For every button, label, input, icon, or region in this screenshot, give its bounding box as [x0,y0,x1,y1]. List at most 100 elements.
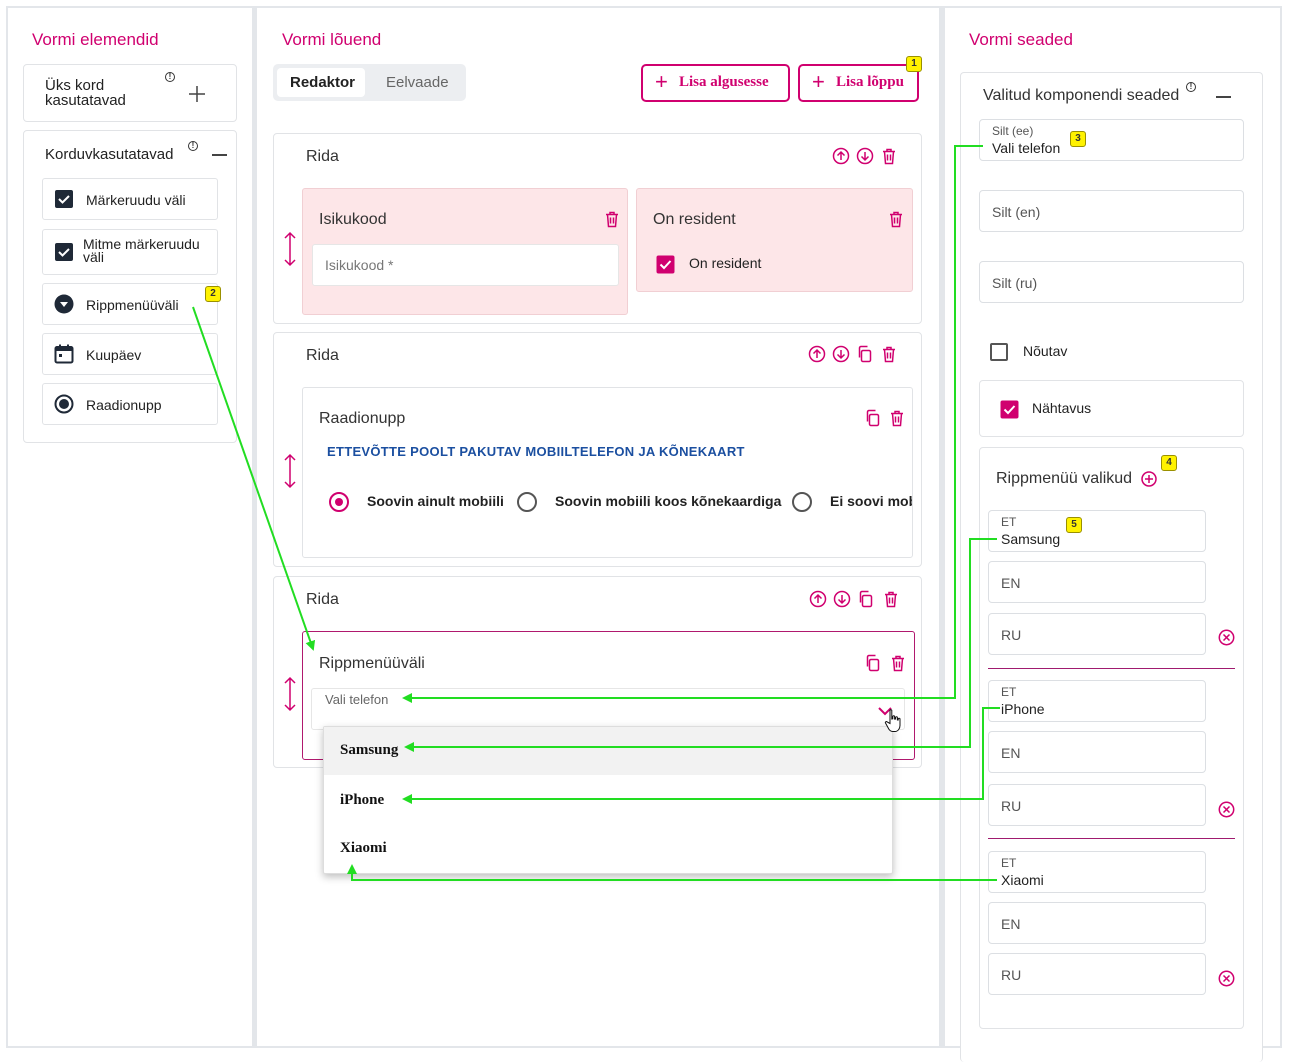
move-down-icon[interactable] [833,590,851,608]
radio-option-label: Ei soovi mob [830,493,913,509]
component-label: Rippmenüüväli [86,297,179,313]
radio-question: ETTEVÕTTE POOLT PAKUTAV MOBIILTELEFON JA… [327,444,745,459]
tab-preview[interactable]: Eelvaade [386,74,449,91]
drag-handle-icon[interactable] [281,453,299,489]
info-icon[interactable]: ! [165,72,175,82]
trash-icon[interactable] [880,345,898,363]
component-title: On resident [653,211,736,228]
plus-icon: + [655,69,668,94]
dropdown-option[interactable]: Xiaomi [324,825,892,873]
dropdown-select[interactable]: Vali telefon [311,688,905,730]
label-en-field[interactable]: Silt (en) [979,190,1244,232]
copy-icon[interactable] [857,590,875,608]
option-ru-field[interactable]: RU [988,784,1206,826]
row-title: Rida [306,591,339,608]
info-icon[interactable]: ! [1186,82,1196,92]
left-panel-title: Vormi elemendid [32,30,159,49]
option-et-field[interactable]: ET Samsung [988,510,1206,552]
add-option-icon[interactable] [1141,471,1157,487]
component-on-resident[interactable]: On resident On resident [636,188,913,292]
plus-icon[interactable] [188,85,206,103]
minus-icon[interactable] [1216,96,1231,98]
visibility-row: Nähtavus [979,380,1244,437]
option-en-field[interactable]: EN [988,731,1206,773]
annotation-badge-3: 3 [1070,131,1086,147]
calendar-icon [54,344,74,364]
left-panel-divider [252,6,257,1048]
copy-icon[interactable] [856,345,874,363]
window-top-border [6,6,1282,8]
tab-editor[interactable]: Redaktor [277,68,365,97]
window-left-border [6,6,8,1048]
option-et-field[interactable]: ET iPhone [988,680,1206,722]
trash-icon[interactable] [880,147,898,165]
single-use-section[interactable]: Üks kord kasutatavad ! [23,64,237,122]
move-up-icon[interactable] [809,590,827,608]
component-radio-group[interactable]: Raadionupp ETTEVÕTTE POOLT PAKUTAV MOBII… [302,387,913,558]
component-date[interactable]: Kuupäev [42,333,218,375]
option-et-field[interactable]: ET Xiaomi [988,851,1206,893]
checkbox-label: On resident [689,255,762,271]
annotation-badge-5: 5 [1066,517,1082,533]
dropdown-menu: Samsung iPhone Xiaomi [323,726,893,874]
component-radio[interactable]: Raadionupp [42,383,218,425]
info-icon[interactable]: ! [188,141,198,151]
remove-option-icon[interactable] [1218,629,1235,646]
view-tabs: Redaktor Eelvaade [273,64,466,101]
dropdown-icon [54,294,74,314]
dropdown-option[interactable]: Samsung [324,727,892,775]
component-dropdown[interactable]: Rippmenüüväli [42,283,218,325]
component-checkbox[interactable]: Märkeruudu väli [42,178,218,220]
minus-icon[interactable] [212,154,227,156]
option-separator [988,838,1235,839]
trash-icon[interactable] [887,210,905,228]
label-ru-field[interactable]: Silt (ru) [979,261,1244,303]
checkbox-checked-icon[interactable] [656,255,675,274]
component-label: Märkeruudu väli [86,192,186,208]
visibility-checkbox[interactable] [1000,400,1019,419]
move-up-icon[interactable] [832,147,850,165]
remove-option-icon[interactable] [1218,801,1235,818]
move-down-icon[interactable] [856,147,874,165]
move-up-icon[interactable] [808,345,826,363]
component-multi-checkbox[interactable]: Mitme märkeruudu väli [42,229,218,275]
trash-icon[interactable] [882,590,900,608]
option-ru-field[interactable]: RU [988,953,1206,995]
remove-option-icon[interactable] [1218,970,1235,987]
trash-icon[interactable] [889,654,907,672]
option-en-field[interactable]: EN [988,902,1206,944]
radio-option[interactable] [792,492,812,512]
component-isikukood[interactable]: Isikukood Isikukood * [302,188,628,315]
options-title: Rippmenüü valikud [996,470,1133,487]
single-use-label: Üks kord kasutatavad [45,77,126,109]
row-title: Rida [306,148,339,165]
add-to-start-button[interactable]: + Lisa algusesse [641,64,790,102]
drag-handle-icon[interactable] [281,231,299,267]
add-to-end-button[interactable]: + Lisa lõppu [798,64,919,102]
radio-option[interactable] [517,492,537,512]
settings-title: Vormi seaded [969,30,1073,49]
window-right-border [1280,6,1282,1048]
option-ru-field[interactable]: RU [988,613,1206,655]
annotation-badge-2: 2 [205,286,221,302]
drag-handle-icon[interactable] [281,676,299,712]
trash-icon[interactable] [888,409,906,427]
copy-icon[interactable] [864,654,882,672]
trash-icon[interactable] [603,210,621,228]
label-ee-field[interactable]: Silt (ee) Vali telefon [979,119,1244,161]
right-panel-divider [939,6,945,1048]
hand-cursor-icon [884,709,901,732]
component-title: Rippmenüüväli [319,655,425,672]
visibility-label: Nähtavus [1032,400,1092,416]
option-en-field[interactable]: EN [988,561,1206,603]
move-down-icon[interactable] [832,345,850,363]
copy-icon[interactable] [864,409,882,427]
component-label: Mitme märkeruudu väli [83,236,200,265]
required-checkbox[interactable] [990,343,1008,361]
dropdown-option[interactable]: iPhone [324,777,892,825]
radio-icon [54,394,74,414]
radio-option-selected[interactable] [329,492,349,512]
component-label: Kuupäev [86,347,142,363]
radio-option-label: Soovin mobiili koos kõnekaardiga [555,493,782,509]
isikukood-input[interactable]: Isikukood * [312,244,619,286]
